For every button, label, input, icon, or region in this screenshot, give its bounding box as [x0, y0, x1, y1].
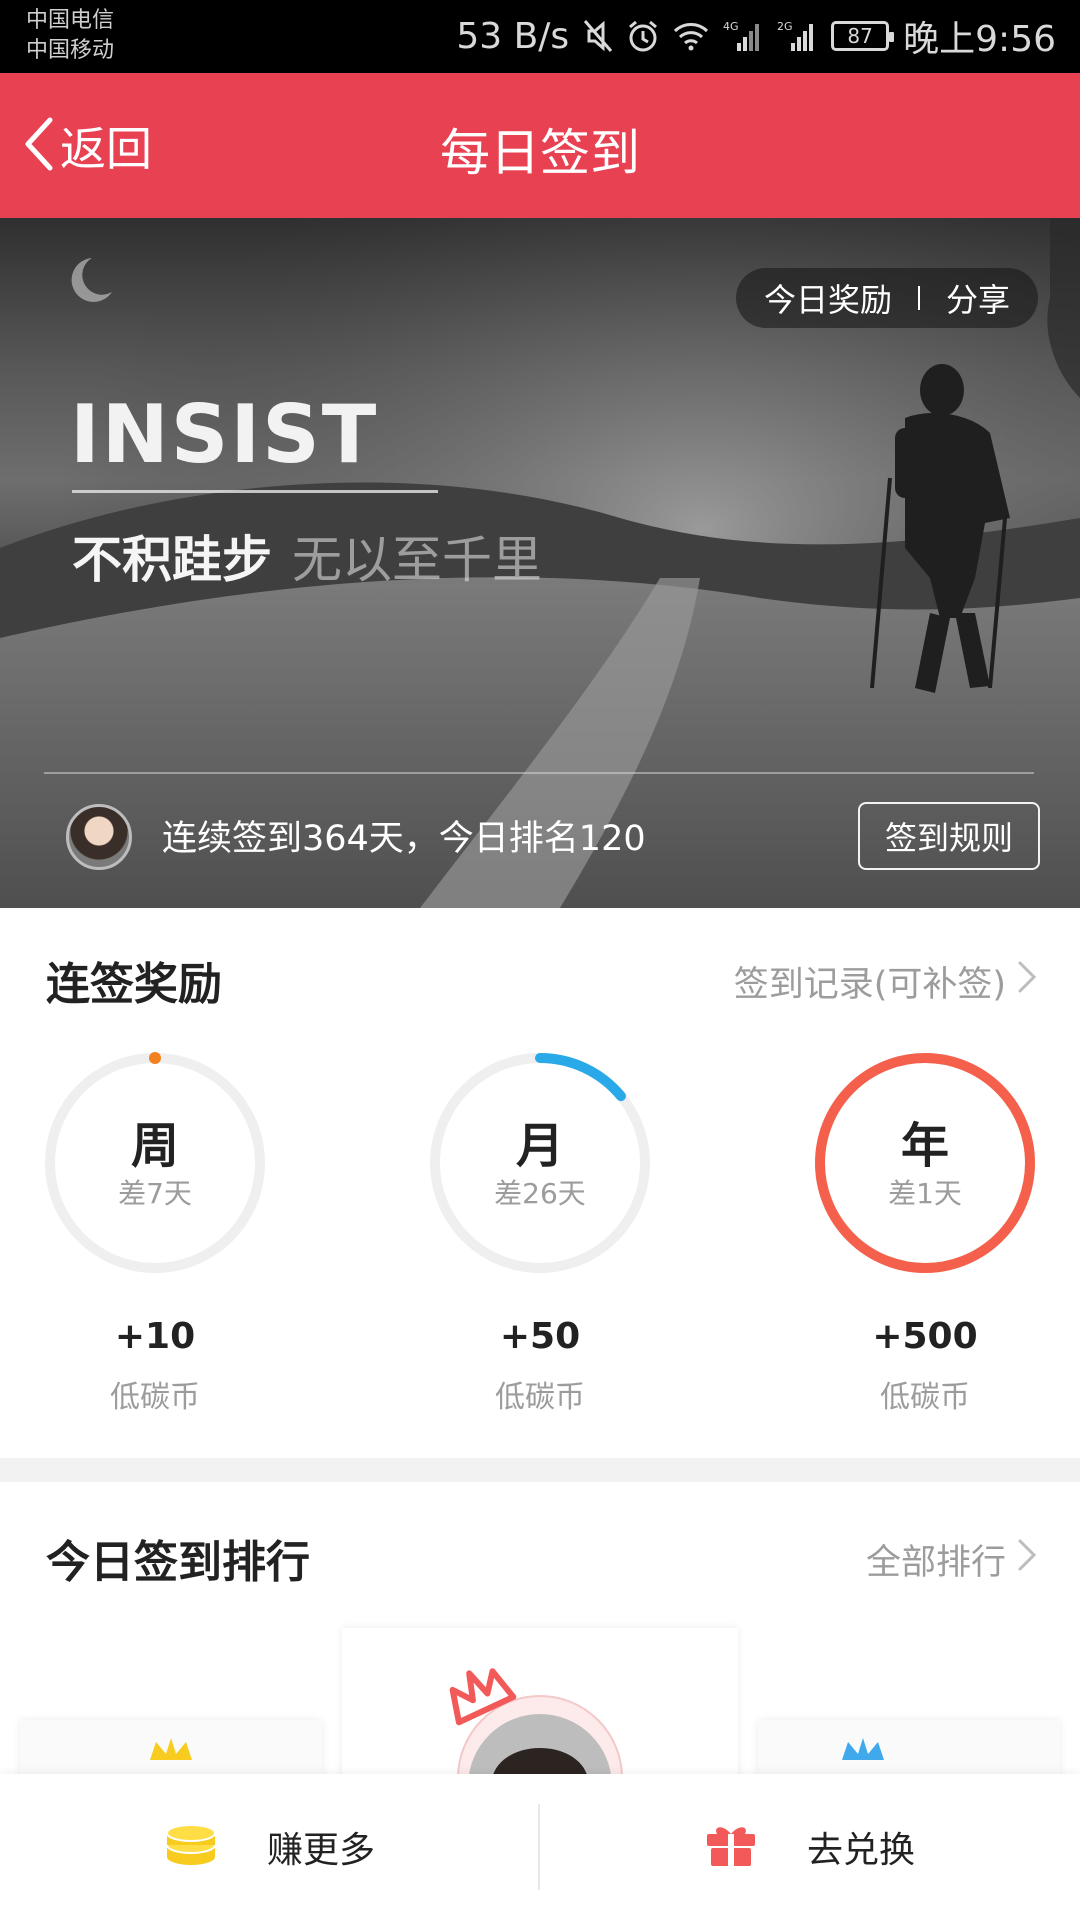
ring-week-remaining: 差7天	[118, 1177, 192, 1210]
reward-week-unit: 低碳币	[110, 1380, 200, 1415]
net-4g-label: 4G	[723, 20, 739, 33]
ranking-title: 今日签到排行	[46, 1537, 310, 1588]
reward-ring-year[interactable]: 年 差1天	[810, 1048, 1040, 1278]
chevron-right-icon	[1016, 1535, 1038, 1584]
signal-2g-icon: 2G	[777, 19, 817, 53]
rank-card-second[interactable]	[20, 1720, 322, 1780]
redeem-label: 去兑换	[806, 1830, 915, 1871]
avatar[interactable]	[66, 804, 132, 870]
reward-week-amount: +10	[114, 1316, 196, 1357]
bottom-divider	[538, 1804, 540, 1890]
headline-underline	[72, 490, 438, 493]
daily-checkin-page: 中国电信 中国移动 53 B/s 4G 2G 87 晚上9:56 返回 每日签到…	[0, 0, 1080, 1920]
ring-month-remaining: 差26天	[494, 1177, 586, 1210]
crown-icon	[842, 1738, 884, 1760]
ring-week-dot	[149, 1052, 161, 1064]
carrier-2: 中国移动	[26, 38, 115, 63]
streak-summary: 连续签到364天，今日排名120	[162, 819, 646, 859]
clock: 晚上9:56	[903, 19, 1056, 60]
coin-stack-icon	[165, 1823, 217, 1871]
checkin-record-label: 签到记录(可补签)	[733, 965, 1006, 1005]
alarm-icon	[627, 19, 659, 53]
mute-icon	[583, 19, 613, 53]
ring-week-label: 周	[130, 1118, 179, 1174]
section-divider	[0, 1458, 1080, 1482]
streak-rewards-title: 连签奖励	[46, 959, 222, 1010]
reward-year-amount: +500	[872, 1316, 978, 1357]
banner-divider	[44, 772, 1034, 774]
net-2g-label: 2G	[777, 20, 793, 33]
wifi-icon	[673, 21, 709, 51]
bottom-action-bar: 赚更多 去兑换	[0, 1774, 1080, 1920]
banner-slogan: 不积跬步 无以至千里	[72, 520, 542, 592]
rank-card-third[interactable]	[758, 1720, 1060, 1780]
all-ranking-label: 全部排行	[865, 1543, 1006, 1583]
pill-separator	[917, 286, 920, 310]
ring-year-remaining: 差1天	[888, 1177, 962, 1210]
carrier-1: 中国电信	[26, 8, 115, 33]
earn-more-label: 赚更多	[266, 1830, 375, 1871]
page-title: 每日签到	[440, 124, 640, 182]
gift-icon	[705, 1822, 757, 1872]
crown-icon	[150, 1738, 192, 1760]
reward-month-amount: +50	[499, 1316, 581, 1357]
banner-headline: INSIST	[70, 388, 379, 481]
redeem-button[interactable]: 去兑换	[540, 1774, 1080, 1920]
slogan-bold: 不积跬步	[72, 531, 272, 589]
reward-ring-week[interactable]: 周 差7天	[40, 1048, 270, 1278]
carrier-info: 中国电信 中国移动	[26, 6, 114, 66]
checkin-banner: 今日奖励 分享 INSIST 不积跬步 无以至千里 连续签到364天，今日排名12…	[0, 218, 1080, 908]
banner-actions: 今日奖励 分享	[735, 268, 1038, 328]
checkin-record-link[interactable]: 签到记录(可补签)	[734, 956, 1038, 1007]
slogan-light: 无以至千里	[292, 531, 542, 589]
status-bar: 中国电信 中国移动 53 B/s 4G 2G 87 晚上9:56	[0, 0, 1080, 73]
signal-4g-icon: 4G	[723, 19, 763, 53]
today-reward-link[interactable]: 今日奖励	[764, 275, 892, 321]
status-icons: 53 B/s 4G 2G 87 晚上9:56	[456, 14, 1056, 61]
all-ranking-link[interactable]: 全部排行	[866, 1534, 1038, 1585]
ring-month-label: 月	[515, 1118, 564, 1174]
checkin-rules-button[interactable]: 签到规则	[858, 802, 1040, 870]
reward-ring-month[interactable]: 月 差26天	[425, 1048, 655, 1278]
battery-level: 87	[847, 24, 873, 48]
rank-card-first[interactable]	[342, 1628, 738, 1861]
earn-more-button[interactable]: 赚更多	[0, 1774, 540, 1920]
nav-bar: 返回 每日签到	[0, 73, 1080, 218]
chevron-right-icon	[1016, 957, 1038, 1006]
reward-month-unit: 低碳币	[495, 1380, 585, 1415]
share-link[interactable]: 分享	[946, 275, 1010, 321]
battery-icon: 87	[831, 21, 895, 51]
ring-year-label: 年	[900, 1118, 949, 1174]
network-speed: 53 B/s	[456, 15, 570, 57]
reward-year-unit: 低碳币	[880, 1380, 970, 1415]
